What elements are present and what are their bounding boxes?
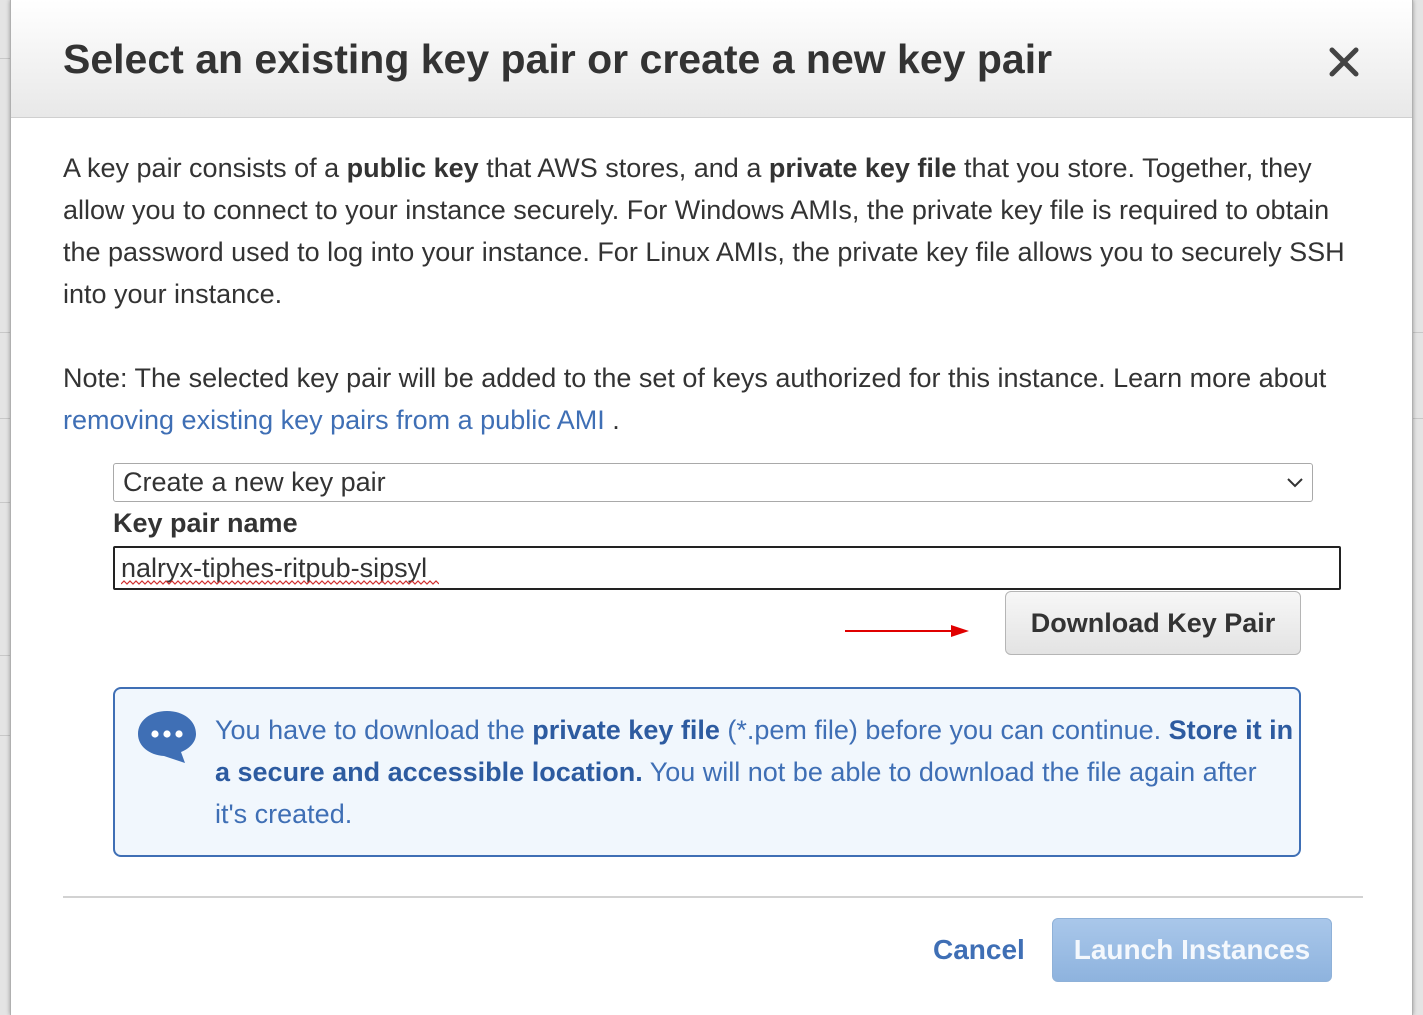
intro-bold-public-key: public key — [346, 153, 479, 183]
background-divider — [0, 418, 10, 419]
intro-paragraph: A key pair consists of a public key that… — [63, 147, 1373, 315]
red-arrow-annotation — [845, 625, 969, 637]
close-button[interactable] — [1323, 40, 1367, 84]
intro-text: that AWS stores, and a — [478, 153, 769, 183]
info-text: You have to download the — [215, 715, 533, 745]
info-bold-private-key: private key file — [532, 715, 720, 745]
background-divider — [1412, 418, 1423, 419]
chevron-down-icon — [1287, 478, 1303, 488]
intro-text: A key pair consists of a — [63, 153, 347, 183]
key-pair-name-label: Key pair name — [113, 508, 298, 538]
background-divider — [0, 332, 10, 333]
launch-instances-button[interactable]: Launch Instances — [1052, 918, 1332, 982]
removing-key-pairs-link[interactable]: removing existing key pairs from a publi… — [63, 405, 605, 435]
key-pair-select[interactable]: Create a new key pair — [113, 463, 1313, 502]
background-divider — [1412, 332, 1423, 333]
key-pair-select-value: Create a new key pair — [123, 467, 386, 497]
key-pair-dialog: Select an existing key pair or create a … — [10, 0, 1413, 1015]
background-divider — [0, 502, 10, 503]
note-text: . — [604, 405, 620, 435]
key-pair-name-input[interactable] — [113, 546, 1341, 590]
dialog-header: Select an existing key pair or create a … — [11, 0, 1412, 118]
cancel-button[interactable]: Cancel — [933, 934, 1025, 966]
background-divider — [0, 655, 10, 656]
background-divider — [0, 735, 10, 736]
close-icon — [1329, 47, 1359, 77]
note-text: Note: The selected key pair will be adde… — [63, 363, 1327, 393]
chat-bubble-icon — [138, 711, 196, 763]
download-key-pair-button[interactable]: Download Key Pair — [1005, 591, 1301, 655]
intro-bold-private-key: private key file — [768, 153, 957, 183]
info-text: (*.pem file) before you can continue. — [719, 715, 1169, 745]
dialog-title: Select an existing key pair or create a … — [63, 36, 1053, 82]
note-paragraph: Note: The selected key pair will be adde… — [63, 357, 1373, 441]
info-alert: You have to download the private key fil… — [113, 687, 1301, 857]
info-message: You have to download the private key fil… — [215, 709, 1295, 835]
footer-divider — [63, 896, 1363, 898]
background-divider — [0, 58, 10, 59]
